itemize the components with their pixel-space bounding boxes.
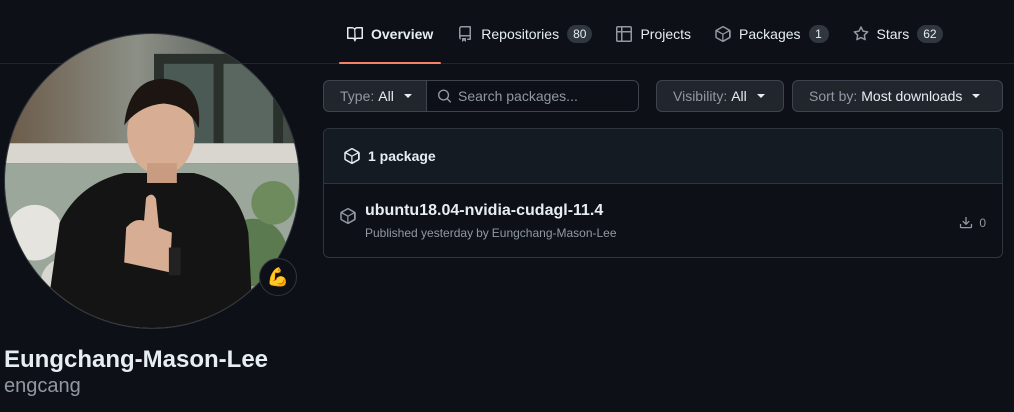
- profile-username: engcang: [4, 375, 81, 397]
- list-item: ubuntu18.04-nvidia-cudagl-11.4 Published…: [324, 184, 1002, 257]
- tab-label: Overview: [371, 26, 434, 42]
- tab-label: Repositories: [481, 26, 560, 42]
- container-icon: [340, 208, 356, 224]
- packages-count-text: 1 package: [368, 148, 436, 164]
- tab-projects[interactable]: Projects: [608, 14, 699, 64]
- package-search: [426, 80, 639, 112]
- visibility-filter-value: All: [731, 88, 747, 104]
- package-by: by: [476, 226, 489, 240]
- caret-down-icon: [972, 94, 981, 98]
- status-badge[interactable]: 💪: [259, 258, 297, 296]
- profile-tabs: Overview Repositories 80 Projects Packag…: [339, 14, 959, 64]
- package-icon: [344, 148, 360, 164]
- package-author-link[interactable]: Eungchang-Mason-Lee: [492, 226, 617, 240]
- avatar[interactable]: [4, 33, 300, 329]
- type-filter-button[interactable]: Type: All: [323, 80, 427, 112]
- avatar-photo: [5, 34, 299, 328]
- type-filter-label: Type:: [340, 88, 375, 104]
- table-icon: [616, 26, 633, 42]
- package-published-time: Published yesterday: [365, 226, 474, 240]
- stars-count-badge: 62: [917, 25, 943, 43]
- caret-down-icon: [403, 94, 412, 98]
- visibility-filter-button[interactable]: Visibility: All: [656, 80, 784, 112]
- tab-label: Stars: [876, 26, 910, 42]
- tab-label: Projects: [640, 26, 692, 42]
- flexed-biceps-icon: 💪: [266, 266, 290, 287]
- download-count: 0: [979, 216, 986, 230]
- book-icon: [347, 26, 363, 42]
- sort-button[interactable]: Sort by: Most downloads: [792, 80, 1003, 112]
- package-downloads: 0: [959, 216, 986, 230]
- repositories-count-badge: 80: [567, 25, 593, 43]
- packages-count-badge: 1: [808, 25, 829, 43]
- sort-label: Sort by:: [809, 88, 858, 104]
- tab-label: Packages: [739, 26, 801, 42]
- profile-full-name: Eungchang-Mason-Lee: [4, 346, 269, 373]
- packages-list-header: 1 package: [324, 129, 1002, 184]
- star-icon: [853, 26, 868, 41]
- visibility-filter-label: Visibility:: [673, 88, 728, 104]
- package-icon: [715, 26, 731, 42]
- package-name-link[interactable]: ubuntu18.04-nvidia-cudagl-11.4: [365, 202, 603, 220]
- repo-icon: [459, 26, 472, 42]
- tab-stars[interactable]: Stars 62: [845, 14, 951, 64]
- caret-down-icon: [756, 94, 765, 98]
- sort-value: Most downloads: [861, 88, 963, 104]
- search-packages-input[interactable]: [458, 88, 638, 104]
- tab-repositories[interactable]: Repositories 80: [449, 14, 600, 64]
- packages-list: 1 package ubuntu18.04-nvidia-cudagl-11.4…: [323, 128, 1003, 258]
- tab-packages[interactable]: Packages 1: [707, 14, 836, 64]
- type-filter-value: All: [378, 88, 394, 104]
- download-icon: [960, 216, 973, 229]
- tab-overview[interactable]: Overview: [339, 14, 442, 64]
- search-icon: [437, 89, 452, 103]
- package-meta: Published yesterday by Eungchang-Mason-Lee: [365, 226, 620, 240]
